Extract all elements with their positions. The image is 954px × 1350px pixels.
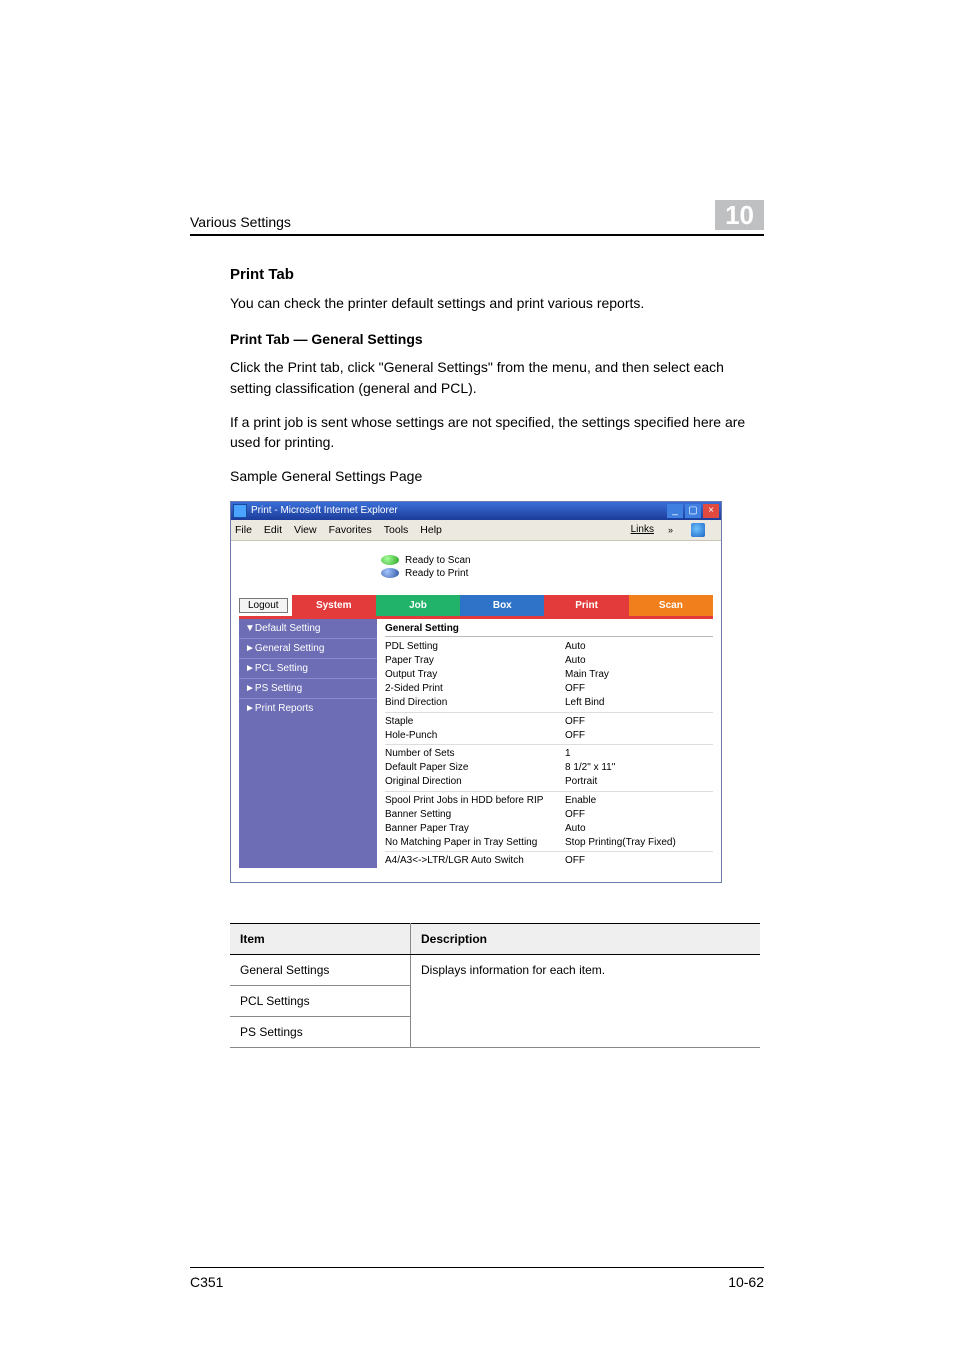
general-setting-heading: General Setting bbox=[385, 623, 713, 637]
row-bind-direction: Bind DirectionLeft Bind bbox=[385, 696, 713, 710]
subsection-title: Print Tab — General Settings bbox=[230, 331, 764, 347]
table-header-row: Item Description bbox=[230, 923, 760, 954]
logout-button[interactable]: Logout bbox=[239, 598, 288, 613]
figure-caption: Sample General Settings Page bbox=[230, 466, 764, 486]
cell-ps-settings: PS Settings bbox=[230, 1016, 411, 1047]
nav-print-reports[interactable]: ►Print Reports bbox=[239, 698, 377, 718]
menu-edit[interactable]: Edit bbox=[264, 524, 282, 536]
status-scan-label: Ready to Scan bbox=[405, 555, 471, 566]
scan-led-icon bbox=[381, 555, 399, 565]
ie-window: Print - Microsoft Internet Explorer _ ▢ … bbox=[230, 501, 722, 883]
panel-row: ▼Default Setting ►General Setting ►PCL S… bbox=[231, 619, 721, 882]
row-auto-switch: A4/A3<->LTR/LGR Auto SwitchOFF bbox=[385, 851, 713, 868]
row-hole-punch: Hole-PunchOFF bbox=[385, 728, 713, 742]
row-staple: StapleOFF bbox=[385, 712, 713, 729]
menu-file[interactable]: File bbox=[235, 524, 252, 536]
general-setting-panel: General Setting PDL SettingAuto Paper Tr… bbox=[377, 619, 713, 868]
links-chevron-icon: » bbox=[668, 525, 673, 535]
row-original-direction: Original DirectionPortrait bbox=[385, 775, 713, 789]
nav-general-setting[interactable]: ►General Setting bbox=[239, 638, 377, 658]
ie-window-title: Print - Microsoft Internet Explorer bbox=[251, 505, 398, 516]
print-led-icon bbox=[381, 568, 399, 578]
row-output-tray: Output TrayMain Tray bbox=[385, 668, 713, 682]
table-row: General Settings Displays information fo… bbox=[230, 954, 760, 985]
section-title: Print Tab bbox=[230, 266, 764, 283]
row-banner-tray: Banner Paper TrayAuto bbox=[385, 821, 713, 835]
cell-pcl-settings: PCL Settings bbox=[230, 985, 411, 1016]
menu-tools[interactable]: Tools bbox=[384, 524, 409, 536]
runhead-title: Various Settings bbox=[190, 214, 291, 230]
row-banner-setting: Banner SettingOFF bbox=[385, 807, 713, 821]
tab-box[interactable]: Box bbox=[460, 595, 544, 616]
page-footer: C351 10-62 bbox=[190, 1267, 764, 1290]
status-print-row: Ready to Print bbox=[381, 568, 721, 579]
tab-print[interactable]: Print bbox=[544, 595, 628, 616]
links-button[interactable]: Links bbox=[631, 524, 654, 535]
running-header: Various Settings 10 bbox=[190, 200, 764, 236]
ie-page-content: Ready to Scan Ready to Print Logout Syst… bbox=[231, 541, 721, 882]
menu-help[interactable]: Help bbox=[420, 524, 442, 536]
th-item: Item bbox=[230, 923, 411, 954]
tab-system[interactable]: System bbox=[292, 595, 376, 616]
row-no-matching-paper: No Matching Paper in Tray SettingStop Pr… bbox=[385, 835, 713, 849]
window-minimize-button[interactable]: _ bbox=[667, 504, 683, 518]
row-2sided: 2-Sided PrintOFF bbox=[385, 682, 713, 696]
section-intro: You can check the printer default settin… bbox=[230, 293, 764, 313]
window-maximize-button[interactable]: ▢ bbox=[685, 504, 701, 518]
main-tabbar: Logout System Job Box Print Scan bbox=[231, 591, 721, 616]
row-paper-tray: Paper TrayAuto bbox=[385, 654, 713, 668]
window-close-button[interactable]: × bbox=[703, 504, 719, 518]
th-description: Description bbox=[411, 923, 761, 954]
ie-app-icon bbox=[233, 504, 247, 518]
ie-titlebar: Print - Microsoft Internet Explorer _ ▢ … bbox=[231, 502, 721, 520]
row-default-paper-size: Default Paper Size8 1/2" x 11" bbox=[385, 761, 713, 775]
nav-pcl-setting[interactable]: ►PCL Setting bbox=[239, 658, 377, 678]
row-spool: Spool Print Jobs in HDD before RIPEnable bbox=[385, 791, 713, 808]
chapter-number-badge: 10 bbox=[715, 200, 764, 230]
menu-favorites[interactable]: Favorites bbox=[329, 524, 372, 536]
status-print-label: Ready to Print bbox=[405, 568, 468, 579]
row-pdl: PDL SettingAuto bbox=[385, 640, 713, 654]
nav-ps-setting[interactable]: ►PS Setting bbox=[239, 678, 377, 698]
description-table: Item Description General Settings Displa… bbox=[230, 923, 760, 1048]
footer-model: C351 bbox=[190, 1274, 223, 1290]
subsection-p1: Click the Print tab, click "General Sett… bbox=[230, 357, 764, 398]
row-number-sets: Number of Sets1 bbox=[385, 744, 713, 761]
footer-page-number: 10-62 bbox=[728, 1274, 764, 1290]
menu-view[interactable]: View bbox=[294, 524, 317, 536]
nav-default-setting[interactable]: ▼Default Setting bbox=[239, 619, 377, 638]
subsection-p2: If a print job is sent whose settings ar… bbox=[230, 412, 764, 453]
ie-logo-icon bbox=[691, 523, 705, 537]
status-scan-row: Ready to Scan bbox=[381, 555, 721, 566]
device-status-area: Ready to Scan Ready to Print bbox=[231, 541, 721, 591]
tab-scan[interactable]: Scan bbox=[629, 595, 713, 616]
left-nav: ▼Default Setting ►General Setting ►PCL S… bbox=[239, 619, 377, 868]
cell-description: Displays information for each item. bbox=[411, 954, 761, 1047]
cell-general-settings: General Settings bbox=[230, 954, 411, 985]
ie-menubar: File Edit View Favorites Tools Help Link… bbox=[231, 520, 721, 541]
tab-job[interactable]: Job bbox=[376, 595, 460, 616]
